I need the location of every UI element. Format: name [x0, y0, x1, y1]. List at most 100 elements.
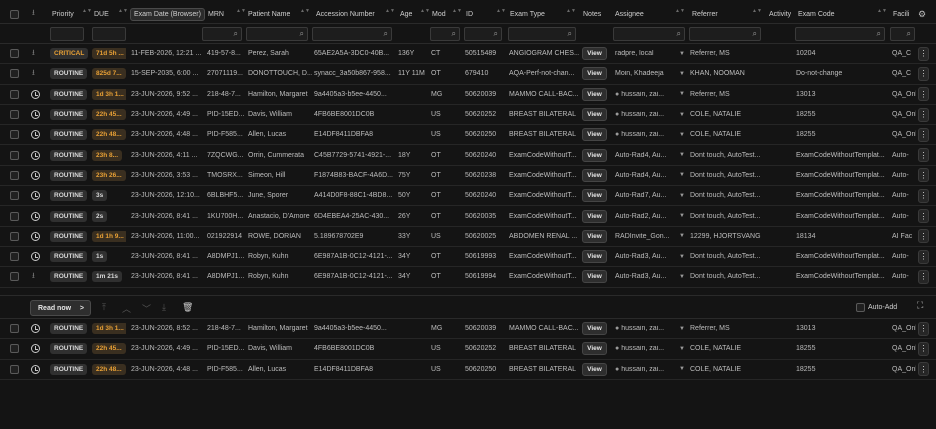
download-sort-icon[interactable]: ⭳: [32, 5, 35, 23]
view-notes-button[interactable]: View: [582, 229, 607, 243]
move-down-icon[interactable]: ﹀: [142, 302, 151, 315]
header-activity[interactable]: Activity: [769, 5, 791, 23]
assignee-dropdown[interactable]: Auto-Rad3, Au... ▼: [615, 247, 687, 266]
row-checkbox[interactable]: [10, 319, 19, 338]
row-checkbox[interactable]: [10, 206, 19, 225]
filter-priority[interactable]: [50, 27, 84, 41]
view-notes-button[interactable]: View: [582, 362, 607, 376]
table-row[interactable]: ROUTINE 1d 1h 9... 23-JUN-2026, 11:00...…: [0, 227, 936, 247]
view-notes-button[interactable]: View: [582, 168, 607, 182]
assignee-dropdown[interactable]: Auto-Rad3, Au... ▼: [615, 267, 687, 286]
filter-exam-code[interactable]: ⌕: [795, 27, 885, 41]
table-row[interactable]: ROUTINE 22h 45... 23-JUN-2026, 4:49 ... …: [0, 105, 936, 126]
header-id[interactable]: ID: [466, 5, 473, 23]
read-now-button[interactable]: Read now >: [30, 300, 91, 316]
view-notes-button[interactable]: View: [582, 270, 607, 284]
row-checkbox[interactable]: [10, 64, 19, 83]
download-icon[interactable]: ⭳: [32, 267, 35, 286]
row-checkbox[interactable]: [10, 360, 19, 379]
more-options-icon[interactable]: ⋮: [918, 168, 929, 183]
row-checkbox[interactable]: [10, 339, 19, 358]
row-checkbox[interactable]: [10, 105, 19, 124]
download-icon[interactable]: ⭳: [32, 44, 35, 63]
move-to-bottom-icon[interactable]: ⤓: [162, 302, 166, 313]
table-row[interactable]: ⭳ ROUTINE 825d 7... 15-SEP-2035, 6:00 ..…: [0, 64, 936, 85]
select-all-checkbox[interactable]: [10, 5, 19, 23]
table-row[interactable]: ROUTINE 2s 23-JUN-2026, 8:41 ... 1KU700H…: [0, 206, 936, 227]
header-mrn[interactable]: MRN: [208, 5, 224, 23]
view-notes-button[interactable]: View: [582, 189, 607, 203]
assignee-dropdown[interactable]: ● hussain, zai... ▼: [615, 339, 687, 358]
table-row[interactable]: ROUTINE 1s 23-JUN-2026, 8:41 ... A8DMPJ1…: [0, 247, 936, 268]
more-options-icon[interactable]: ⋮: [918, 148, 929, 163]
header-priority[interactable]: Priority: [52, 5, 74, 23]
assignee-dropdown[interactable]: ● hussain, zai... ▼: [615, 360, 687, 379]
header-age[interactable]: Age: [400, 5, 412, 23]
table-row[interactable]: ROUTINE 3s 23-JUN-2026, 12:10... 6BLBHF5…: [0, 186, 936, 207]
assignee-dropdown[interactable]: ● hussain, zai... ▼: [615, 125, 687, 144]
download-icon[interactable]: ⭳: [32, 64, 35, 83]
auto-add-checkbox[interactable]: [856, 303, 865, 312]
more-options-icon[interactable]: ⋮: [918, 229, 929, 244]
header-exam-type[interactable]: Exam Type: [510, 5, 545, 23]
row-checkbox[interactable]: [10, 267, 19, 286]
table-row[interactable]: ROUTINE 22h 48... 23-JUN-2026, 4:48 ... …: [0, 125, 936, 146]
header-assignee[interactable]: Assignee: [615, 5, 644, 23]
header-exam-code[interactable]: Exam Code: [798, 5, 835, 23]
view-notes-button[interactable]: View: [582, 322, 607, 336]
assignee-dropdown[interactable]: ● hussain, zai... ▼: [615, 85, 687, 104]
filter-assignee[interactable]: ⌕: [613, 27, 685, 41]
view-notes-button[interactable]: View: [582, 250, 607, 264]
row-checkbox[interactable]: [10, 247, 19, 266]
more-options-icon[interactable]: ⋮: [918, 66, 929, 81]
header-due[interactable]: DUE: [94, 5, 109, 23]
more-options-icon[interactable]: ⋮: [918, 127, 929, 142]
assignee-dropdown[interactable]: Auto-Rad4, Au... ▼: [615, 166, 687, 185]
filter-facility[interactable]: ⌕: [890, 27, 915, 41]
view-notes-button[interactable]: View: [582, 87, 607, 101]
table-row[interactable]: ROUTINE 23h 8... 23-JUN-2026, 4:11 ... 7…: [0, 145, 936, 166]
more-options-icon[interactable]: ⋮: [918, 341, 929, 356]
row-checkbox[interactable]: [10, 85, 19, 104]
more-options-icon[interactable]: ⋮: [918, 249, 929, 264]
row-checkbox[interactable]: [10, 44, 19, 63]
table-row[interactable]: ROUTINE 22h 45... 23-JUN-2026, 4:49 ... …: [0, 339, 936, 360]
filter-patient-name[interactable]: ⌕: [246, 27, 308, 41]
assignee-dropdown[interactable]: Auto-Rad7, Au... ▼: [615, 186, 687, 205]
auto-add-toggle[interactable]: Auto-Add: [856, 303, 897, 312]
move-up-icon[interactable]: ︿: [122, 302, 131, 315]
table-row[interactable]: ROUTINE 1d 3h 1... 23-JUN-2026, 9:52 ...…: [0, 85, 936, 105]
column-settings-gear-icon[interactable]: ⚙: [918, 5, 926, 23]
filter-id[interactable]: ⌕: [464, 27, 502, 41]
view-notes-button[interactable]: View: [582, 342, 607, 356]
collapse-icon[interactable]: ⛶: [917, 300, 923, 311]
header-exam-date[interactable]: Exam Date (Browser): [130, 8, 205, 21]
view-notes-button[interactable]: View: [582, 67, 607, 81]
more-options-icon[interactable]: ⋮: [918, 209, 929, 224]
header-referrer[interactable]: Referrer: [692, 5, 718, 23]
row-checkbox[interactable]: [10, 166, 19, 185]
table-row[interactable]: ROUTINE 1d 3h 1... 23-JUN-2026, 8:52 ...…: [0, 319, 936, 340]
assignee-dropdown[interactable]: ● hussain, zai... ▼: [615, 105, 687, 124]
assignee-dropdown[interactable]: Moin, Khadeeja ▼: [615, 64, 687, 83]
filter-mod[interactable]: ⌕: [430, 27, 460, 41]
filter-due[interactable]: [92, 27, 126, 41]
filter-exam-type[interactable]: ⌕: [508, 27, 576, 41]
assignee-dropdown[interactable]: Auto-Rad4, Au... ▼: [615, 145, 687, 164]
assignee-dropdown[interactable]: RADInvite_Gon... ▼: [615, 227, 687, 246]
table-row[interactable]: ⭳ CRITICAL 71d 5h ... 11-FEB-2026, 12:21…: [0, 44, 936, 65]
table-row[interactable]: ROUTINE 23h 26... 23-JUN-2026, 3:53 ... …: [0, 166, 936, 187]
filter-accession[interactable]: ⌕: [312, 27, 392, 41]
view-notes-button[interactable]: View: [582, 128, 607, 142]
view-notes-button[interactable]: View: [582, 148, 607, 162]
table-row[interactable]: ⭳ ROUTINE 1m 21s 23-JUN-2026, 8:41 ... A…: [0, 267, 936, 288]
more-options-icon[interactable]: ⋮: [918, 321, 929, 336]
row-checkbox[interactable]: [10, 186, 19, 205]
trash-icon[interactable]: 🗑: [182, 302, 193, 313]
more-options-icon[interactable]: ⋮: [918, 362, 929, 377]
header-accession[interactable]: Accession Number: [316, 5, 375, 23]
row-checkbox[interactable]: [10, 145, 19, 164]
more-options-icon[interactable]: ⋮: [918, 107, 929, 122]
more-options-icon[interactable]: ⋮: [918, 188, 929, 203]
assignee-dropdown[interactable]: ● hussain, zai... ▼: [615, 319, 687, 338]
